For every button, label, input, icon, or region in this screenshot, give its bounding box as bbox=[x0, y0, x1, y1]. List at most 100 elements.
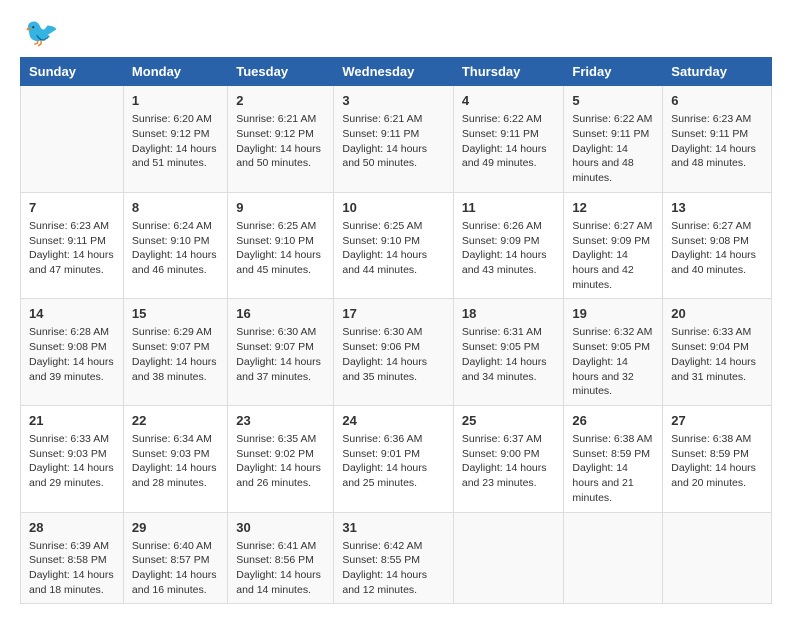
daylight-text: Daylight: 14 hours and 42 minutes. bbox=[572, 248, 654, 292]
daylight-text: Daylight: 14 hours and 25 minutes. bbox=[342, 461, 445, 490]
sunset-text: Sunset: 9:09 PM bbox=[462, 234, 556, 249]
daylight-text: Daylight: 14 hours and 37 minutes. bbox=[236, 355, 325, 384]
day-number: 4 bbox=[462, 92, 556, 110]
day-cell bbox=[564, 512, 663, 604]
week-row-4: 21Sunrise: 6:33 AMSunset: 9:03 PMDayligh… bbox=[21, 405, 772, 512]
day-cell: 25Sunrise: 6:37 AMSunset: 9:00 PMDayligh… bbox=[453, 405, 564, 512]
day-number: 25 bbox=[462, 412, 556, 430]
sunset-text: Sunset: 9:07 PM bbox=[236, 340, 325, 355]
day-number: 14 bbox=[29, 305, 115, 323]
daylight-text: Daylight: 14 hours and 40 minutes. bbox=[671, 248, 763, 277]
day-cell: 9Sunrise: 6:25 AMSunset: 9:10 PMDaylight… bbox=[228, 192, 334, 299]
sunset-text: Sunset: 9:08 PM bbox=[29, 340, 115, 355]
sunrise-text: Sunrise: 6:22 AM bbox=[572, 112, 654, 127]
day-number: 16 bbox=[236, 305, 325, 323]
sunrise-text: Sunrise: 6:30 AM bbox=[236, 325, 325, 340]
day-cell: 28Sunrise: 6:39 AMSunset: 8:58 PMDayligh… bbox=[21, 512, 124, 604]
daylight-text: Daylight: 14 hours and 39 minutes. bbox=[29, 355, 115, 384]
daylight-text: Daylight: 14 hours and 26 minutes. bbox=[236, 461, 325, 490]
sunrise-text: Sunrise: 6:31 AM bbox=[462, 325, 556, 340]
sunset-text: Sunset: 8:57 PM bbox=[132, 553, 219, 568]
sunrise-text: Sunrise: 6:27 AM bbox=[572, 219, 654, 234]
day-cell: 17Sunrise: 6:30 AMSunset: 9:06 PMDayligh… bbox=[334, 299, 454, 406]
daylight-text: Daylight: 14 hours and 32 minutes. bbox=[572, 355, 654, 399]
day-cell: 27Sunrise: 6:38 AMSunset: 8:59 PMDayligh… bbox=[663, 405, 772, 512]
sunrise-text: Sunrise: 6:25 AM bbox=[236, 219, 325, 234]
col-header-sunday: Sunday bbox=[21, 58, 124, 86]
day-number: 24 bbox=[342, 412, 445, 430]
daylight-text: Daylight: 14 hours and 48 minutes. bbox=[572, 142, 654, 186]
daylight-text: Daylight: 14 hours and 48 minutes. bbox=[671, 142, 763, 171]
sunrise-text: Sunrise: 6:34 AM bbox=[132, 432, 219, 447]
day-number: 22 bbox=[132, 412, 219, 430]
day-cell: 23Sunrise: 6:35 AMSunset: 9:02 PMDayligh… bbox=[228, 405, 334, 512]
day-number: 11 bbox=[462, 199, 556, 217]
day-number: 10 bbox=[342, 199, 445, 217]
logo: 🐦 bbox=[20, 16, 59, 49]
day-cell: 7Sunrise: 6:23 AMSunset: 9:11 PMDaylight… bbox=[21, 192, 124, 299]
day-cell: 11Sunrise: 6:26 AMSunset: 9:09 PMDayligh… bbox=[453, 192, 564, 299]
sunrise-text: Sunrise: 6:38 AM bbox=[572, 432, 654, 447]
sunset-text: Sunset: 9:11 PM bbox=[29, 234, 115, 249]
day-number: 31 bbox=[342, 519, 445, 537]
sunset-text: Sunset: 8:55 PM bbox=[342, 553, 445, 568]
day-cell: 4Sunrise: 6:22 AMSunset: 9:11 PMDaylight… bbox=[453, 86, 564, 193]
sunrise-text: Sunrise: 6:40 AM bbox=[132, 539, 219, 554]
day-number: 20 bbox=[671, 305, 763, 323]
sunset-text: Sunset: 9:02 PM bbox=[236, 447, 325, 462]
day-cell: 1Sunrise: 6:20 AMSunset: 9:12 PMDaylight… bbox=[123, 86, 227, 193]
sunset-text: Sunset: 9:05 PM bbox=[462, 340, 556, 355]
daylight-text: Daylight: 14 hours and 31 minutes. bbox=[671, 355, 763, 384]
daylight-text: Daylight: 14 hours and 43 minutes. bbox=[462, 248, 556, 277]
day-cell: 13Sunrise: 6:27 AMSunset: 9:08 PMDayligh… bbox=[663, 192, 772, 299]
col-header-thursday: Thursday bbox=[453, 58, 564, 86]
daylight-text: Daylight: 14 hours and 45 minutes. bbox=[236, 248, 325, 277]
day-number: 19 bbox=[572, 305, 654, 323]
day-number: 13 bbox=[671, 199, 763, 217]
col-header-monday: Monday bbox=[123, 58, 227, 86]
logo-bird-icon: 🐦 bbox=[24, 16, 59, 49]
day-number: 17 bbox=[342, 305, 445, 323]
daylight-text: Daylight: 14 hours and 35 minutes. bbox=[342, 355, 445, 384]
sunrise-text: Sunrise: 6:30 AM bbox=[342, 325, 445, 340]
daylight-text: Daylight: 14 hours and 51 minutes. bbox=[132, 142, 219, 171]
daylight-text: Daylight: 14 hours and 34 minutes. bbox=[462, 355, 556, 384]
sunrise-text: Sunrise: 6:41 AM bbox=[236, 539, 325, 554]
day-cell: 16 Sunrise: 6:30 AMSunset: 9:07 PMDayligh… bbox=[228, 299, 334, 406]
day-cell: 2Sunrise: 6:21 AMSunset: 9:12 PMDaylight… bbox=[228, 86, 334, 193]
daylight-text: Daylight: 14 hours and 44 minutes. bbox=[342, 248, 445, 277]
sunset-text: Sunset: 9:11 PM bbox=[342, 127, 445, 142]
day-number: 12 bbox=[572, 199, 654, 217]
day-cell: 21Sunrise: 6:33 AMSunset: 9:03 PMDayligh… bbox=[21, 405, 124, 512]
daylight-text: Daylight: 14 hours and 29 minutes. bbox=[29, 461, 115, 490]
day-number: 9 bbox=[236, 199, 325, 217]
week-row-1: 1Sunrise: 6:20 AMSunset: 9:12 PMDaylight… bbox=[21, 86, 772, 193]
sunrise-text: Sunrise: 6:29 AM bbox=[132, 325, 219, 340]
week-row-5: 28Sunrise: 6:39 AMSunset: 8:58 PMDayligh… bbox=[21, 512, 772, 604]
week-row-2: 7Sunrise: 6:23 AMSunset: 9:11 PMDaylight… bbox=[21, 192, 772, 299]
day-cell: 10Sunrise: 6:25 AMSunset: 9:10 PMDayligh… bbox=[334, 192, 454, 299]
sunset-text: Sunset: 9:04 PM bbox=[671, 340, 763, 355]
page-header: 🐦 bbox=[20, 16, 772, 49]
sunrise-text: Sunrise: 6:24 AM bbox=[132, 219, 219, 234]
daylight-text: Daylight: 14 hours and 20 minutes. bbox=[671, 461, 763, 490]
daylight-text: Daylight: 14 hours and 47 minutes. bbox=[29, 248, 115, 277]
week-row-3: 14Sunrise: 6:28 AMSunset: 9:08 PMDayligh… bbox=[21, 299, 772, 406]
day-number: 26 bbox=[572, 412, 654, 430]
sunrise-text: Sunrise: 6:35 AM bbox=[236, 432, 325, 447]
day-cell bbox=[663, 512, 772, 604]
calendar-table: SundayMondayTuesdayWednesdayThursdayFrid… bbox=[20, 57, 772, 604]
daylight-text: Daylight: 14 hours and 16 minutes. bbox=[132, 568, 219, 597]
sunset-text: Sunset: 9:09 PM bbox=[572, 234, 654, 249]
daylight-text: Daylight: 14 hours and 12 minutes. bbox=[342, 568, 445, 597]
sunset-text: Sunset: 9:03 PM bbox=[132, 447, 219, 462]
col-header-wednesday: Wednesday bbox=[334, 58, 454, 86]
day-cell: 20Sunrise: 6:33 AMSunset: 9:04 PMDayligh… bbox=[663, 299, 772, 406]
day-cell: 14Sunrise: 6:28 AMSunset: 9:08 PMDayligh… bbox=[21, 299, 124, 406]
day-number: 30 bbox=[236, 519, 325, 537]
sunset-text: Sunset: 8:58 PM bbox=[29, 553, 115, 568]
day-number: 18 bbox=[462, 305, 556, 323]
sunrise-text: Sunrise: 6:22 AM bbox=[462, 112, 556, 127]
sunset-text: Sunset: 9:12 PM bbox=[236, 127, 325, 142]
sunset-text: Sunset: 9:01 PM bbox=[342, 447, 445, 462]
